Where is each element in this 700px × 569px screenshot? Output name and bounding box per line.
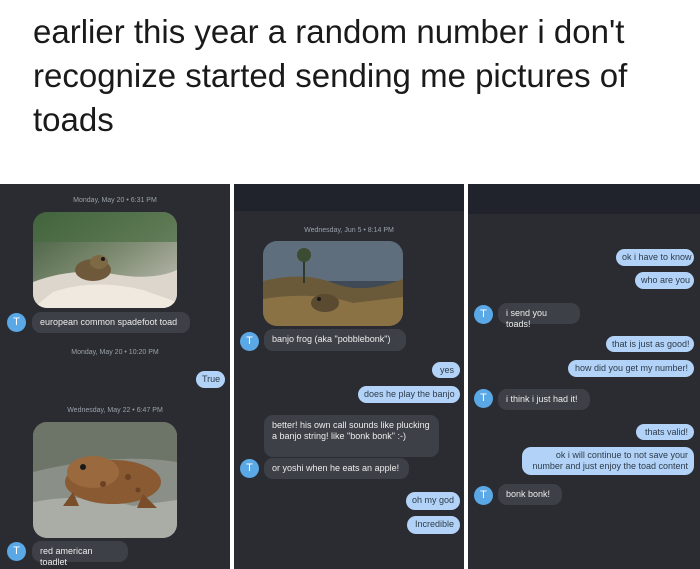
- outgoing-message: thats valid!: [636, 424, 694, 440]
- timestamp: Wednesday, May 22 • 6:47 PM: [67, 407, 163, 414]
- timestamp: Wednesday, Jun 5 • 8:14 PM: [304, 227, 394, 234]
- meme-caption: earlier this year a random number i don'…: [33, 13, 628, 138]
- top-bar: [234, 184, 464, 211]
- contact-avatar[interactable]: T: [474, 486, 493, 505]
- chat-screenshot-2: Wednesday, Jun 5 • 8:14 PM T banjo frog …: [234, 184, 464, 569]
- outgoing-message: who are you: [635, 272, 694, 289]
- contact-avatar[interactable]: T: [240, 459, 259, 478]
- incoming-message: european common spadefoot toad: [32, 312, 190, 333]
- outgoing-message: yes: [432, 362, 460, 378]
- incoming-message: better! his own call sounds like pluckin…: [264, 415, 439, 457]
- chat-screenshot-3: ok i have to know who are you T i send y…: [468, 184, 700, 569]
- chat-screenshot-1: Monday, May 20 • 6:31 PM T european comm…: [0, 184, 230, 569]
- timestamp: Monday, May 20 • 6:31 PM: [73, 197, 157, 204]
- banjo-frog-photo[interactable]: [263, 241, 403, 326]
- contact-avatar[interactable]: T: [474, 305, 493, 324]
- incoming-message: or yoshi when he eats an apple!: [264, 458, 409, 479]
- outgoing-message: how did you get my number!: [568, 360, 694, 377]
- contact-avatar[interactable]: T: [474, 389, 493, 408]
- top-bar: [468, 184, 700, 214]
- outgoing-message: True: [196, 371, 225, 388]
- spadefoot-toad-photo[interactable]: [33, 212, 177, 308]
- outgoing-message: ok i have to know: [616, 249, 694, 266]
- incoming-message: banjo frog (aka "pobblebonk"): [264, 329, 406, 351]
- timestamp: Monday, May 20 • 10:20 PM: [71, 349, 159, 356]
- outgoing-message: ok i will continue to not save your numb…: [522, 447, 694, 475]
- outgoing-message: oh my god: [406, 492, 460, 510]
- incoming-message: i think i just had it!: [498, 389, 590, 410]
- contact-avatar[interactable]: T: [7, 313, 26, 332]
- incoming-message: bonk bonk!: [498, 484, 562, 505]
- contact-avatar[interactable]: T: [7, 542, 26, 561]
- incoming-message: i send you toads!: [498, 303, 580, 329]
- incoming-message: red american toadlet: [32, 541, 128, 567]
- american-toadlet-photo[interactable]: [33, 422, 177, 538]
- outgoing-message: does he play the banjo: [358, 386, 460, 403]
- outgoing-message: that is just as good!: [606, 336, 694, 352]
- outgoing-message: Incredible: [407, 516, 460, 534]
- contact-avatar[interactable]: T: [240, 332, 259, 351]
